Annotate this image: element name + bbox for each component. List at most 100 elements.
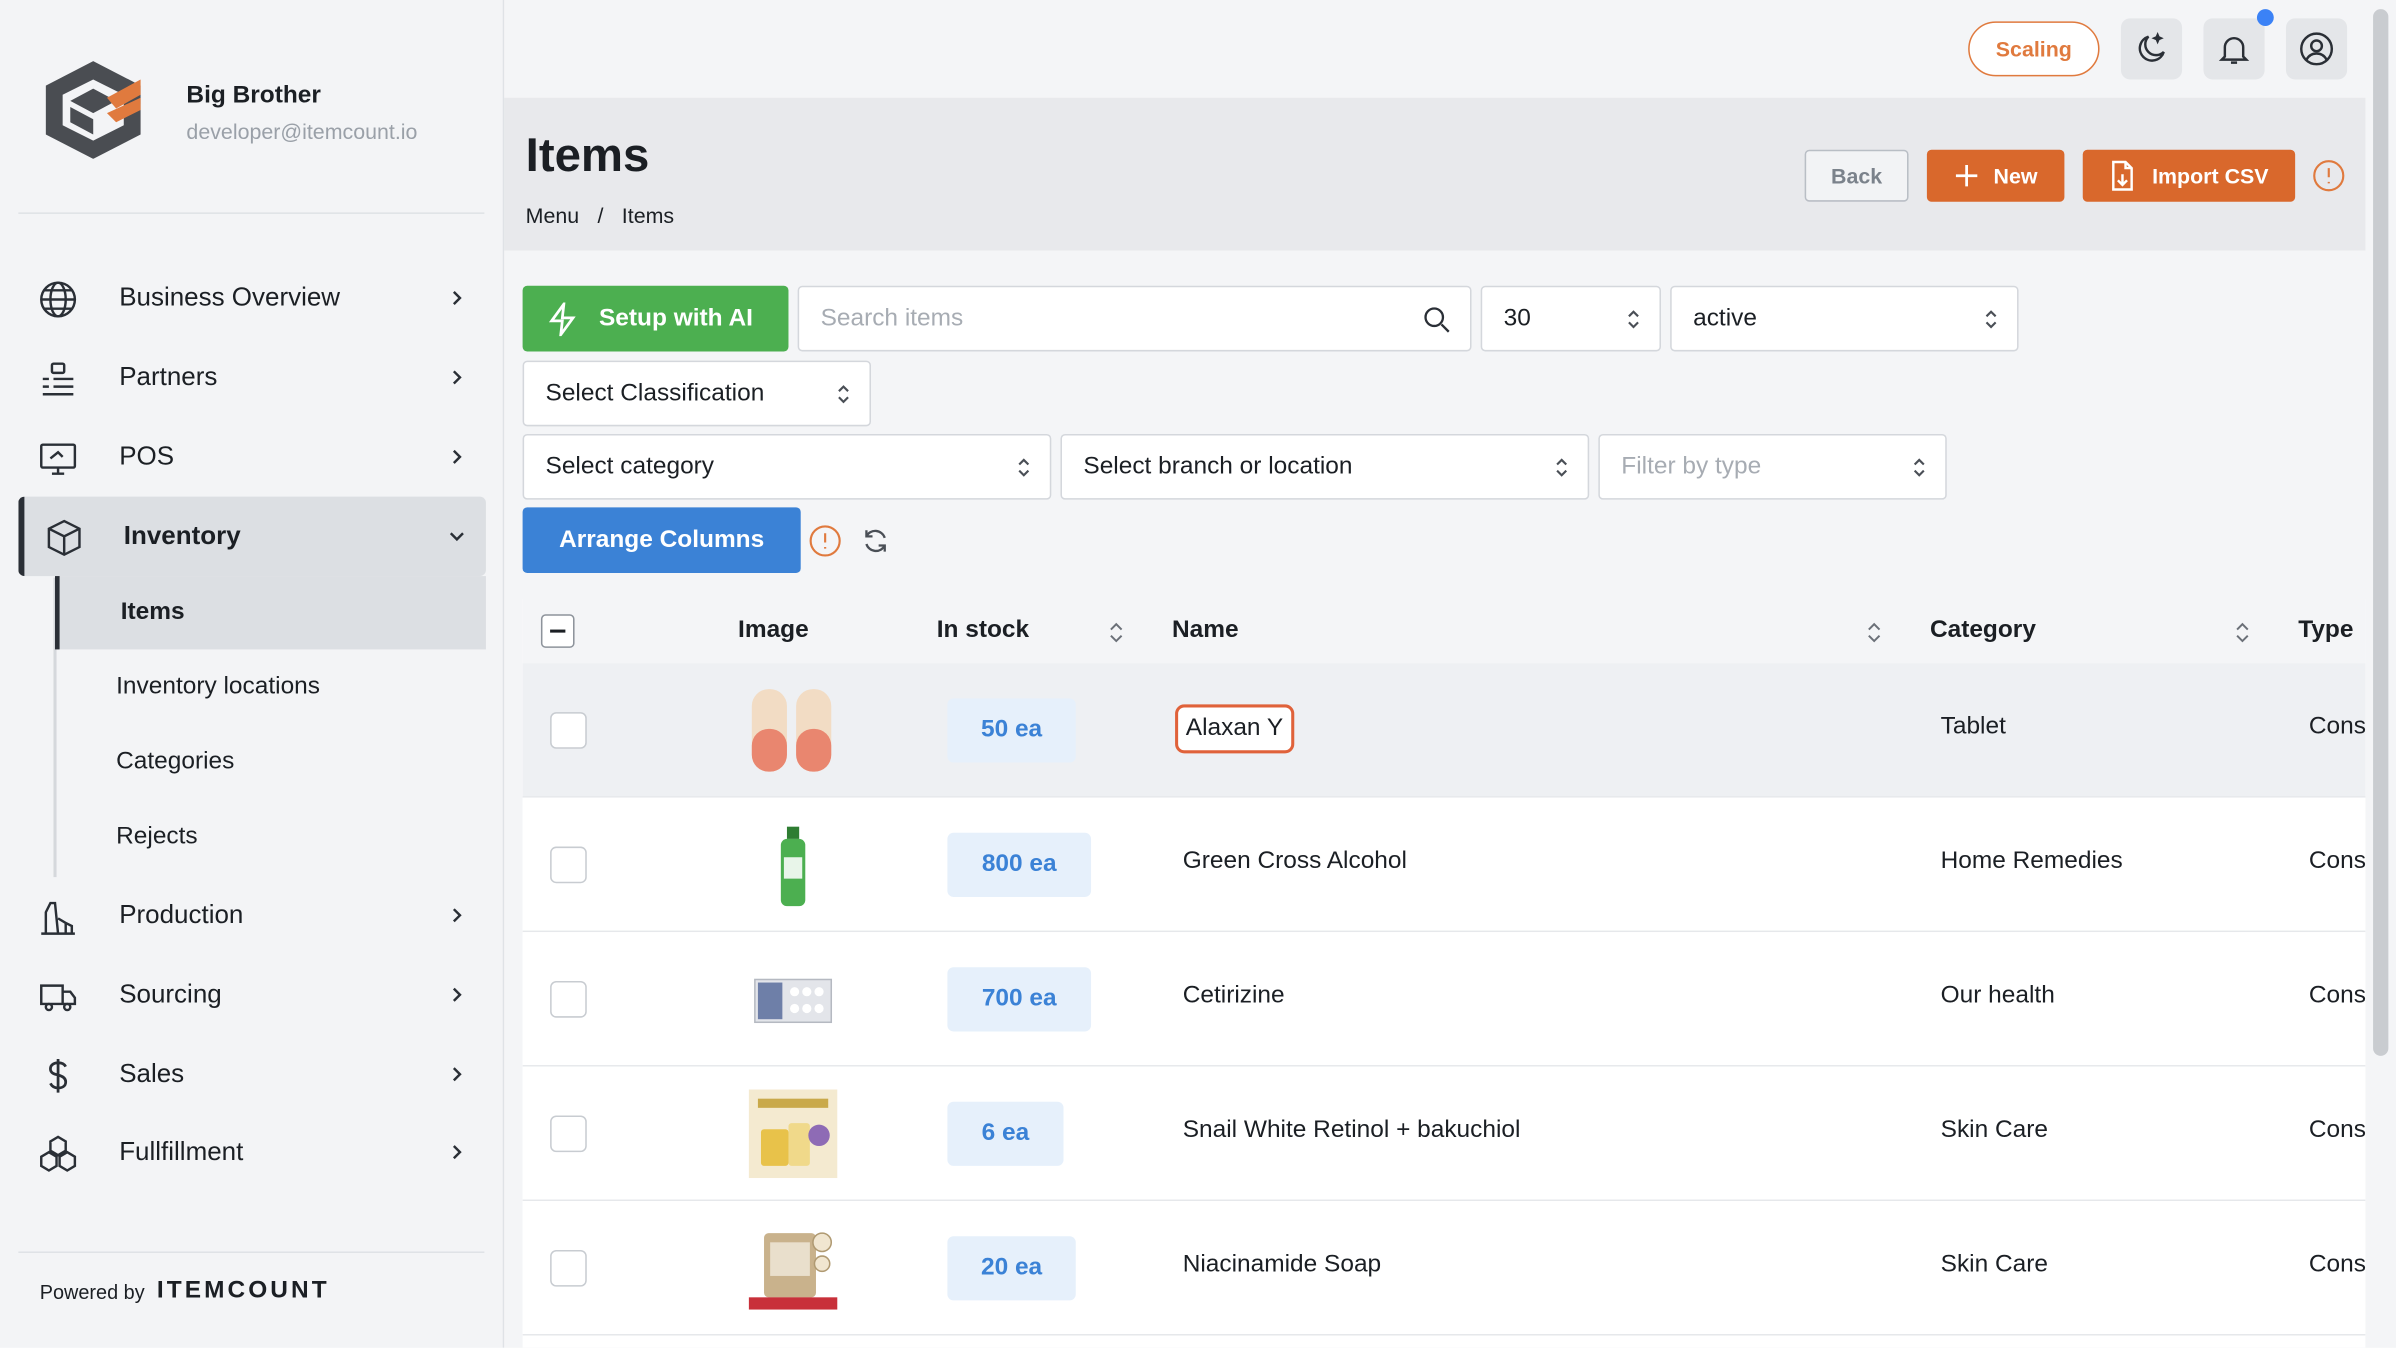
plus-icon	[1955, 165, 1977, 187]
row-checkbox[interactable]	[550, 1115, 587, 1153]
product-image	[754, 978, 833, 1024]
stock-badge: 50 ea	[947, 698, 1076, 763]
notifications-button[interactable]	[2203, 18, 2265, 80]
column-name[interactable]: Name	[1172, 617, 1239, 645]
nav-pos[interactable]: POS	[18, 417, 486, 496]
column-category[interactable]: Category	[1930, 617, 2036, 645]
chevron-right-icon	[452, 370, 462, 385]
row-checkbox[interactable]	[550, 1249, 587, 1287]
sort-icon[interactable]	[1867, 622, 1881, 643]
nav-business-overview[interactable]: Business Overview	[18, 258, 486, 337]
breadcrumb: Menu / Items	[526, 203, 674, 227]
search-input[interactable]: Search items	[797, 285, 1472, 352]
lightning-icon	[548, 301, 576, 336]
info-warning-icon[interactable]	[2312, 159, 2346, 193]
dark-mode-button[interactable]	[2120, 18, 2183, 80]
sidebar: Big Brother developer@itemcount.io Busin…	[0, 0, 505, 1348]
scaling-button[interactable]: Scaling	[1968, 21, 2100, 77]
status-value: active	[1693, 304, 1757, 331]
sort-icon[interactable]	[1109, 622, 1123, 643]
page-header: Items Menu / Items Back New Import CSV	[504, 97, 2366, 251]
item-name[interactable]: Snail White Retinol + bakuchiol	[1183, 1117, 1521, 1145]
product-image	[748, 1089, 838, 1179]
powered-by-brand: ITEMCOUNT	[156, 1277, 330, 1304]
factory-icon	[41, 901, 75, 935]
page-title: Items	[525, 128, 650, 182]
sub-item-categories[interactable]: Categories	[55, 726, 486, 799]
table-row[interactable]: 800 ea Green Cross Alcohol Home Remedies…	[522, 797, 2366, 933]
setup-with-ai-label: Setup with AI	[598, 304, 753, 331]
itemcount-logo-icon	[45, 61, 141, 159]
nav-fullfillment[interactable]: Fullfillment	[18, 1112, 486, 1191]
info-warning-icon[interactable]	[808, 524, 842, 558]
moon-icon	[2138, 32, 2165, 62]
classification-select[interactable]: Select Classification	[522, 360, 871, 427]
item-name[interactable]: Green Cross Alcohol	[1183, 848, 1407, 876]
chevron-right-icon	[452, 290, 462, 305]
updown-chevron-icon	[1556, 458, 1568, 477]
branch-select[interactable]: Select branch or location	[1060, 433, 1590, 500]
sub-item-inventory-locations[interactable]: Inventory locations	[55, 651, 486, 724]
notification-dot	[2256, 9, 2274, 26]
topbar: Scaling	[504, 0, 2396, 98]
per-page-select[interactable]: 30	[1480, 285, 1662, 352]
nav-label: Business Overview	[119, 282, 341, 312]
dollar-icon	[49, 1058, 68, 1093]
nav-label: Inventory	[123, 521, 241, 551]
nav-label: Production	[119, 900, 244, 930]
import-csv-button[interactable]: Import CSV	[2082, 149, 2296, 202]
status-select[interactable]: active	[1670, 285, 2019, 352]
stock-badge: 20 ea	[947, 1236, 1076, 1301]
chevron-right-icon	[452, 908, 462, 923]
search-icon	[1424, 307, 1450, 333]
sub-item-items[interactable]: Items	[55, 576, 486, 650]
new-button[interactable]: New	[1926, 149, 2065, 202]
updown-chevron-icon	[838, 385, 849, 404]
select-all-checkbox[interactable]	[540, 614, 575, 648]
row-checkbox[interactable]	[550, 846, 587, 884]
column-type: Type	[2298, 617, 2354, 644]
divider	[18, 1251, 485, 1254]
product-image	[780, 826, 806, 907]
import-csv-label: Import CSV	[2152, 163, 2269, 188]
row-checkbox[interactable]	[550, 981, 587, 1018]
column-in-stock[interactable]: In stock	[937, 617, 1029, 645]
item-name[interactable]: Alaxan Y	[1175, 704, 1294, 754]
nav-production[interactable]: Production	[18, 876, 486, 955]
table-row[interactable]: 6 ea Snail White Retinol + bakuchiol Ski…	[522, 1066, 2366, 1202]
file-import-icon	[2112, 160, 2134, 191]
item-type: Cons	[2308, 982, 2366, 1009]
powered-by-label: Powered by	[39, 1279, 145, 1303]
app-window: Big Brother developer@itemcount.io Busin…	[0, 0, 2396, 1348]
table-row[interactable]: 700 ea Cetirizine Our health Cons	[522, 932, 2366, 1067]
setup-with-ai-button[interactable]: Setup with AI	[522, 285, 789, 352]
nav-partners[interactable]: Partners	[18, 338, 486, 417]
chevron-right-icon	[452, 1145, 462, 1160]
type-filter-select[interactable]: Filter by type	[1598, 433, 1947, 500]
breadcrumb-menu[interactable]: Menu	[526, 203, 580, 227]
nav-sales[interactable]: Sales	[18, 1034, 486, 1113]
category-select[interactable]: Select category	[522, 433, 1052, 500]
sort-icon[interactable]	[2236, 622, 2250, 643]
item-name[interactable]: Niacinamide Soap	[1183, 1251, 1381, 1279]
nav-sourcing[interactable]: Sourcing	[18, 955, 486, 1034]
divider	[18, 212, 485, 214]
refresh-icon[interactable]	[860, 526, 891, 557]
sub-item-rejects[interactable]: Rejects	[55, 801, 486, 874]
arrange-columns-button[interactable]: Arrange Columns	[522, 507, 801, 574]
truck-icon	[40, 984, 77, 1012]
nav-inventory[interactable]: Inventory	[18, 496, 486, 577]
table-row[interactable]: 50 ea Alaxan Y Tablet Cons	[522, 663, 2366, 798]
chevron-down-icon	[449, 532, 464, 542]
back-button[interactable]: Back	[1804, 149, 1909, 202]
item-name[interactable]: Cetirizine	[1183, 983, 1285, 1011]
row-checkbox[interactable]	[550, 712, 587, 749]
sub-item-label: Items	[120, 598, 185, 625]
table-row[interactable]: 20 ea Niacinamide Soap Skin Care Cons	[522, 1201, 2366, 1336]
scrollbar-thumb[interactable]	[2373, 9, 2389, 1056]
page-scrollbar[interactable]	[2365, 0, 2396, 1348]
account-button[interactable]	[2285, 18, 2348, 80]
bell-icon	[2218, 36, 2250, 64]
type-filter-placeholder: Filter by type	[1621, 453, 1762, 480]
item-category: Tablet	[1940, 713, 2006, 740]
